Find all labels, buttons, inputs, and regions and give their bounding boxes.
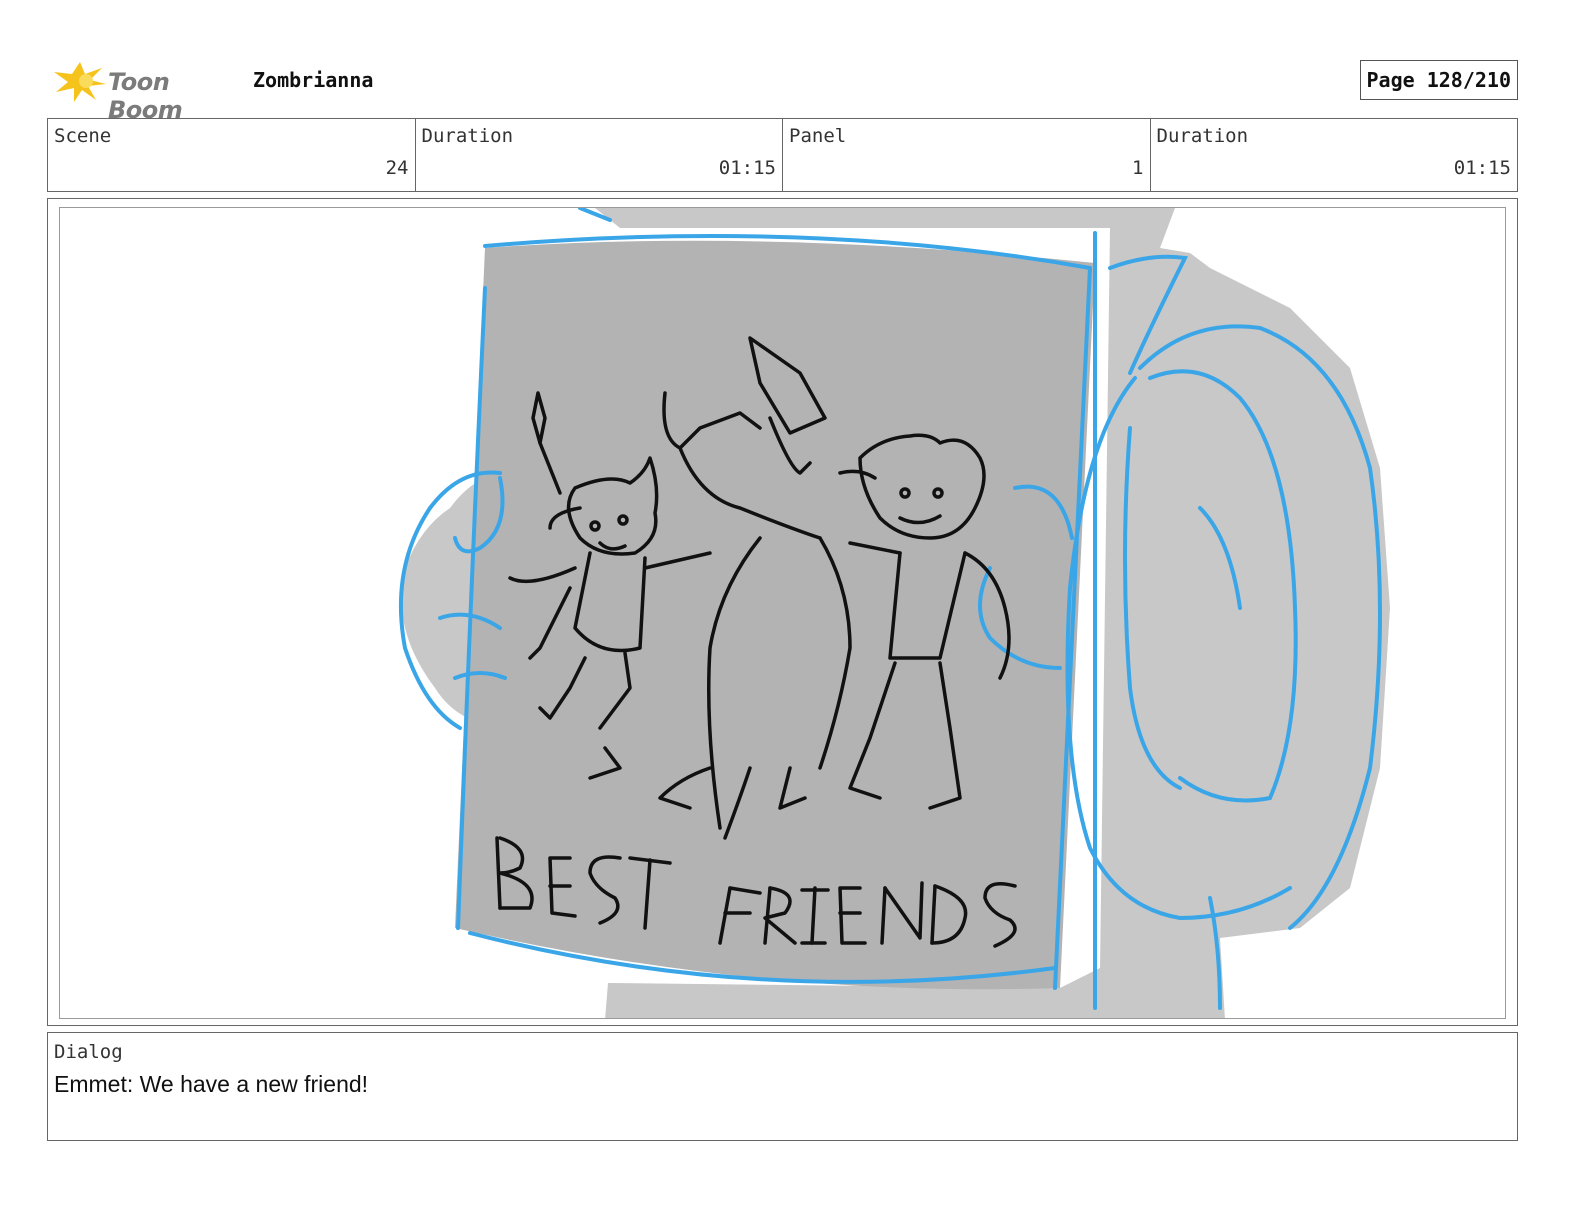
dialog-text: Emmet: We have a new friend! [54, 1071, 369, 1097]
panel-duration-value: 01:15 [1453, 157, 1511, 179]
scene-duration-cell: Duration 01:15 [416, 119, 783, 191]
logo-text: Toon Boom [108, 68, 183, 124]
panel-value: 1 [1132, 157, 1144, 179]
dialog-box: Dialog Emmet: We have a new friend! [47, 1032, 1518, 1141]
toon-boom-logo: Toon Boom [52, 58, 242, 124]
storyboard-panel-frame [47, 198, 1518, 1026]
storyboard-panel-image [59, 207, 1506, 1019]
scene-value: 24 [385, 157, 409, 179]
panel-label: Panel [789, 125, 847, 147]
scene-duration-label: Duration [421, 125, 514, 147]
page-number-badge: Page 128/210 [1359, 60, 1518, 100]
scene-duration-value: 01:15 [718, 157, 776, 179]
panel-duration-label: Duration [1156, 125, 1249, 147]
page-header: Toon Boom Zombrianna Page 128/210 [48, 52, 1518, 124]
panel-cell: Panel 1 [783, 119, 1151, 191]
scene-label: Scene [54, 125, 112, 147]
scene-cell: Scene 24 [48, 119, 416, 191]
project-title: Zombrianna [253, 68, 374, 92]
dialog-label: Dialog [54, 1041, 123, 1063]
panel-duration-cell: Duration 01:15 [1151, 119, 1518, 191]
starburst-icon [54, 62, 106, 102]
sketch-drawing [398, 208, 1390, 1018]
scene-info-row: Scene 24 Duration 01:15 Panel 1 Duration… [47, 118, 1518, 192]
